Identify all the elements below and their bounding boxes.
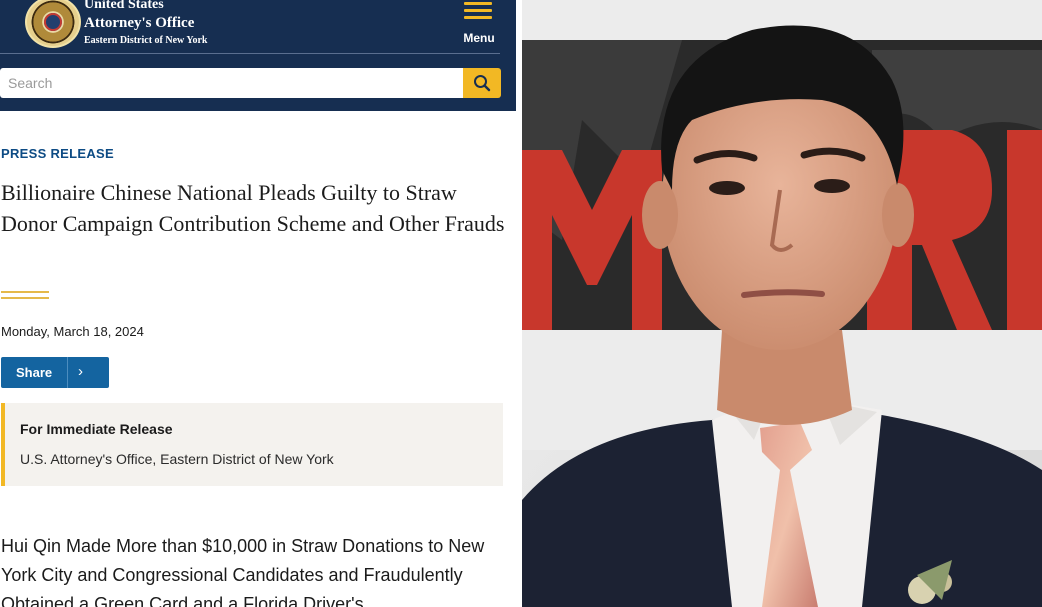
doj-seal-icon[interactable] — [25, 0, 81, 48]
hamburger-menu-icon — [464, 2, 492, 20]
office-name-line2: Attorney's Office — [84, 15, 195, 31]
share-divider — [67, 357, 68, 388]
menu-label: Menu — [463, 31, 495, 45]
press-release-page: United States Attorney's Office Eastern … — [0, 0, 518, 607]
search-button[interactable] — [463, 68, 501, 98]
portrait-illustration — [522, 0, 1042, 607]
notice-title: For Immediate Release — [20, 421, 173, 437]
chevron-right-icon: › — [78, 363, 83, 380]
page-title: Billionaire Chinese National Pleads Guil… — [1, 180, 505, 236]
notice-subtitle: U.S. Attorney's Office, Eastern District… — [20, 451, 334, 467]
header-divider — [0, 53, 500, 54]
search-icon — [474, 75, 491, 92]
release-notice-box: For Immediate Release U.S. Attorney's Of… — [1, 403, 503, 486]
publish-date: Monday, March 18, 2024 — [1, 324, 144, 339]
office-name-logo[interactable]: United States Attorney's Office Eastern … — [84, 0, 208, 48]
office-name-line3: Eastern District of New York — [84, 35, 208, 46]
title-underline-decoration — [1, 291, 49, 299]
press-release-label: PRESS RELEASE — [1, 146, 114, 161]
portrait-photo — [522, 0, 1042, 607]
article-subhead: Hui Qin Made More than $10,000 in Straw … — [1, 536, 485, 607]
menu-button[interactable]: Menu — [458, 0, 500, 48]
share-label: Share — [16, 365, 53, 380]
site-header: United States Attorney's Office Eastern … — [0, 0, 516, 111]
search-input[interactable] — [0, 68, 464, 98]
share-button[interactable]: Share › — [1, 357, 109, 388]
office-name-line1: United States — [84, 0, 164, 12]
